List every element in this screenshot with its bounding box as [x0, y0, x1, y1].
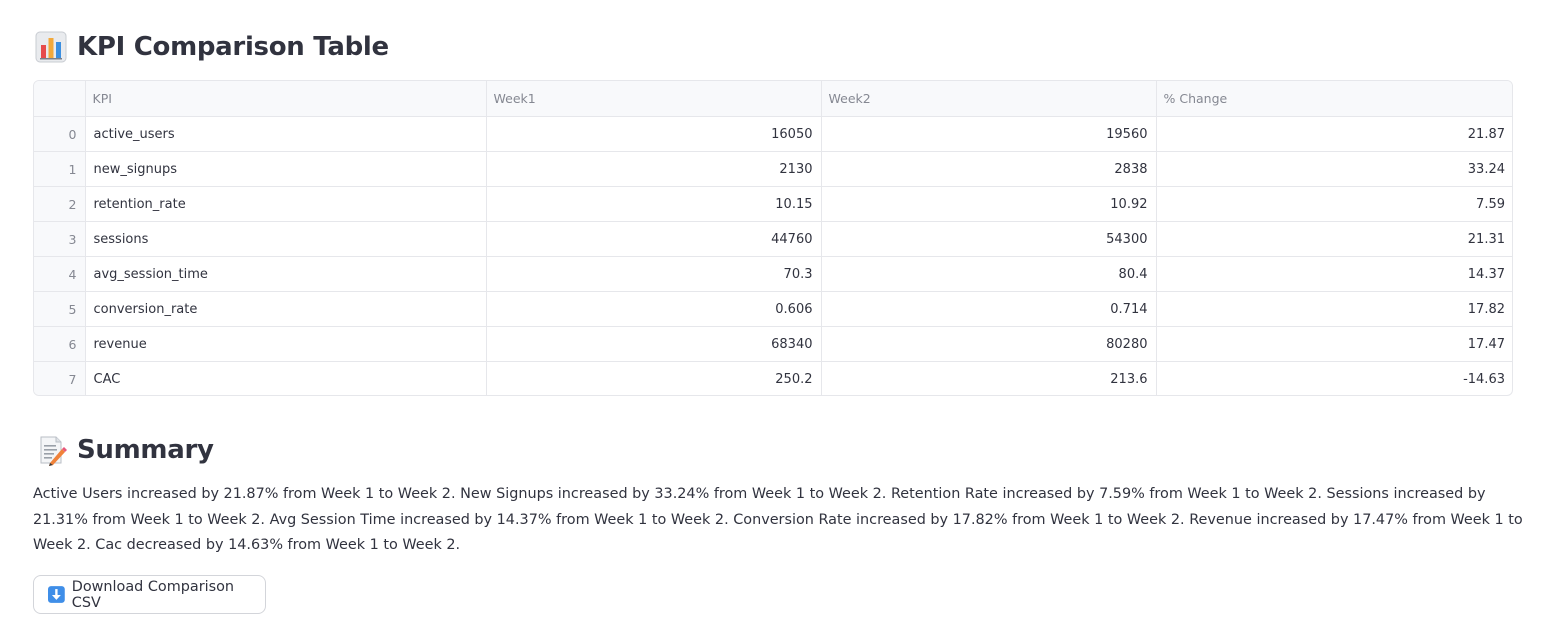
week2-cell[interactable]: 19560: [821, 116, 1157, 152]
memo-icon: [40, 436, 67, 466]
row-index-cell[interactable]: 6: [34, 326, 86, 362]
table-header-row: KPI Week1 Week2 % Change: [34, 81, 1512, 117]
week2-cell[interactable]: 2838: [821, 151, 1157, 187]
bar-chart-icon: [35, 31, 67, 63]
kpi-name-cell[interactable]: new_signups: [85, 151, 487, 187]
week2-cell[interactable]: 0.714: [821, 291, 1157, 327]
pct-change-cell[interactable]: 17.82: [1156, 291, 1512, 327]
kpi-table[interactable]: KPI Week1 Week2 % Change 0 active_users 16…: [33, 80, 1513, 396]
week1-cell[interactable]: 2130: [486, 151, 822, 187]
kpi-title: KPI Comparison Table: [77, 32, 389, 62]
kpi-name-cell[interactable]: avg_session_time: [85, 256, 487, 292]
pct-change-cell[interactable]: -14.63: [1156, 362, 1512, 396]
kpi-name-cell[interactable]: conversion_rate: [85, 291, 487, 327]
week2-cell[interactable]: 80.4: [821, 256, 1157, 292]
table-row: 7 CAC 250.2 213.6 -14.63: [34, 361, 1512, 396]
pct-change-cell[interactable]: 7.59: [1156, 186, 1512, 222]
kpi-name-cell[interactable]: retention_rate: [85, 186, 487, 222]
week1-cell[interactable]: 10.15: [486, 186, 822, 222]
column-header-week1[interactable]: Week1: [486, 81, 822, 117]
download-button-label: Download Comparison CSV: [71, 578, 235, 611]
week2-cell[interactable]: 80280: [821, 326, 1157, 362]
week2-cell[interactable]: 54300: [821, 221, 1157, 257]
row-index-cell[interactable]: 7: [34, 361, 86, 395]
table-row: 5 conversion_rate 0.606 0.714 17.82: [34, 291, 1512, 327]
row-index-cell[interactable]: 4: [34, 256, 86, 292]
week1-cell[interactable]: 250.2: [486, 361, 822, 395]
pct-change-cell[interactable]: 21.87: [1156, 116, 1512, 152]
row-index-cell[interactable]: 3: [34, 221, 86, 257]
down-arrow-icon: [48, 586, 65, 603]
summary-title: Summary: [77, 435, 214, 465]
row-index-cell[interactable]: 5: [34, 291, 86, 327]
download-comparison-csv-button[interactable]: Download Comparison CSV: [33, 575, 266, 614]
week1-cell[interactable]: 0.606: [486, 291, 822, 327]
page: KPI Comparison Table KPI Week1 Week2 % C…: [0, 0, 1558, 639]
pct-change-cell[interactable]: 21.31: [1156, 221, 1512, 257]
table-row: 6 revenue 68340 80280 17.47: [34, 326, 1512, 362]
kpi-name-cell[interactable]: CAC: [85, 361, 487, 395]
column-header-index[interactable]: [34, 81, 86, 117]
table-row: 2 retention_rate 10.15 10.92 7.59: [34, 186, 1512, 222]
table-row: 4 avg_session_time 70.3 80.4 14.37: [34, 256, 1512, 292]
kpi-data-table: KPI Week1 Week2 % Change 0 active_users 16…: [34, 81, 1512, 396]
summary-text: Active Users increased by 21.87% from We…: [33, 486, 1523, 553]
week2-cell[interactable]: 10.92: [821, 186, 1157, 222]
row-index-cell[interactable]: 2: [34, 186, 86, 222]
row-index-cell[interactable]: 1: [34, 151, 86, 187]
table-row: 3 sessions 44760 54300 21.31: [34, 221, 1512, 257]
week1-cell[interactable]: 16050: [486, 116, 822, 152]
kpi-name-cell[interactable]: sessions: [85, 221, 487, 257]
column-header-week2[interactable]: Week2: [821, 81, 1157, 117]
kpi-name-cell[interactable]: revenue: [85, 326, 487, 362]
pct-change-cell[interactable]: 17.47: [1156, 326, 1512, 362]
pct-change-cell[interactable]: 33.24: [1156, 151, 1512, 187]
table-row: 0 active_users 16050 19560 21.87: [34, 116, 1512, 152]
row-index-cell[interactable]: 0: [34, 116, 86, 152]
summary-heading: Summary: [35, 430, 214, 470]
week1-cell[interactable]: 44760: [486, 221, 822, 257]
column-header-pct-change[interactable]: % Change: [1156, 81, 1512, 117]
kpi-heading: KPI Comparison Table: [35, 28, 389, 66]
column-header-kpi[interactable]: KPI: [85, 81, 487, 117]
week1-cell[interactable]: 68340: [486, 326, 822, 362]
table-row: 1 new_signups 2130 2838 33.24: [34, 151, 1512, 187]
week1-cell[interactable]: 70.3: [486, 256, 822, 292]
kpi-name-cell[interactable]: active_users: [85, 116, 487, 152]
pct-change-cell[interactable]: 14.37: [1156, 256, 1512, 292]
week2-cell[interactable]: 213.6: [821, 361, 1157, 395]
